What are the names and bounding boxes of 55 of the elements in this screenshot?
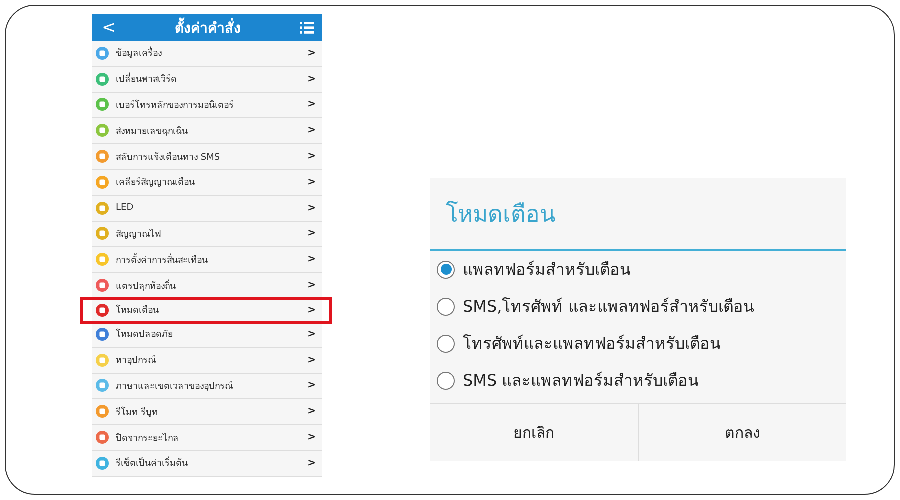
chevron: > [308, 280, 316, 292]
menu-item-label: เปลี่ยนพาสเวิร์ด [116, 72, 308, 86]
chevron: > [308, 354, 316, 366]
chevron: > [308, 458, 316, 469]
menu-item[interactable]: สัญญาณไฟ > [92, 222, 322, 248]
radio-option[interactable]: SMS,โทรศัพท์ และแพลทฟอร์สำหรับเตือน [430, 288, 846, 325]
screen-title: ตั้งค่าคำสั่ง [175, 16, 242, 38]
option-label: SMS และแพลทฟอร์มสำหรับเตือน [463, 370, 700, 392]
menu-item[interactable]: ภาษาและเขตเวลาของอุปกรณ์ > [92, 374, 322, 400]
menu-item-label: หาอุปกรณ์ [116, 354, 157, 368]
chevron: > [308, 176, 316, 188]
menu-item[interactable]: เบอร์โทรหลักของการมอนิเตอร์ > [92, 92, 322, 118]
menu-item-label: เบอร์โทรหลักของการมอนิเตอร์ [116, 98, 235, 112]
menu-item-label: สัญญาณไฟ [116, 228, 162, 241]
chevron: > [308, 99, 316, 110]
chevron: > [308, 328, 316, 340]
menu-item-label: เคลียร์สัญญาณเตือน [116, 176, 196, 190]
menu-item-label: ส่งหมายเลขฉุกเฉิน [116, 126, 189, 138]
option-label: SMS,โทรศัพท์ และแพลทฟอร์สำหรับเตือน [463, 296, 754, 318]
menu-item-label: LED [116, 203, 135, 214]
radio-button[interactable] [437, 298, 455, 316]
option-label: โทรศัพท์และแพลทฟอร์มสำหรับเตือน [463, 333, 721, 355]
chevron: > [308, 380, 316, 392]
menu-item-label: ภาษาและเขตเวลาของอุปกรณ์ [116, 380, 234, 393]
chevron: > [308, 151, 316, 162]
radio-option[interactable]: โทรศัพท์และแพลทฟอร์มสำหรับเตือน [430, 325, 846, 362]
menu-item-label: สลับการแจ้งเตือนทาง SMS [116, 152, 222, 164]
menu-item-label: ปิดจากระยะไกล [116, 432, 180, 445]
dialog-title: โหมดเตือน [430, 178, 846, 251]
chevron: > [308, 254, 316, 266]
chevron: > [308, 406, 316, 418]
radio-option[interactable]: แพลทฟอร์มสำหรับเตือน [430, 251, 846, 288]
chevron: > [308, 202, 316, 214]
menu-item-label: โหมดปลอดภัย [116, 328, 174, 342]
menu-item-label: รีเซ็ตเป็นค่าเริ่มต้น [116, 456, 308, 470]
menu-item-label: การตั้งค่าการสั่นสะเทือน [116, 252, 209, 267]
back-button[interactable]: < [102, 18, 116, 38]
chevron: > [308, 432, 316, 444]
radio-option[interactable]: SMS และแพลทฟอร์มสำหรับเตือน [430, 362, 846, 399]
chevron: > [308, 228, 316, 240]
chevron: > [308, 74, 316, 85]
radio-button[interactable] [437, 334, 455, 352]
menu-item-label: ข้อมูลเครื่อง [116, 46, 308, 60]
dialog-button[interactable]: ยกเลิก [430, 404, 638, 461]
menu-icon[interactable] [300, 22, 314, 34]
chevron: > [308, 125, 316, 136]
radio-button[interactable] [437, 372, 455, 390]
dialog-button[interactable]: ตกลง [638, 404, 846, 461]
radio-button[interactable] [437, 260, 455, 278]
chevron: > [308, 48, 316, 59]
menu-item-label: โหมดเตือน [116, 304, 160, 318]
option-label: แพลทฟอร์มสำหรับเตือน [463, 259, 631, 281]
menu-item-label: รีโมท รีบูท [116, 406, 159, 419]
menu-item-label: แตรปลุกห้องถิ่น [116, 278, 177, 293]
chevron: > [308, 304, 316, 316]
